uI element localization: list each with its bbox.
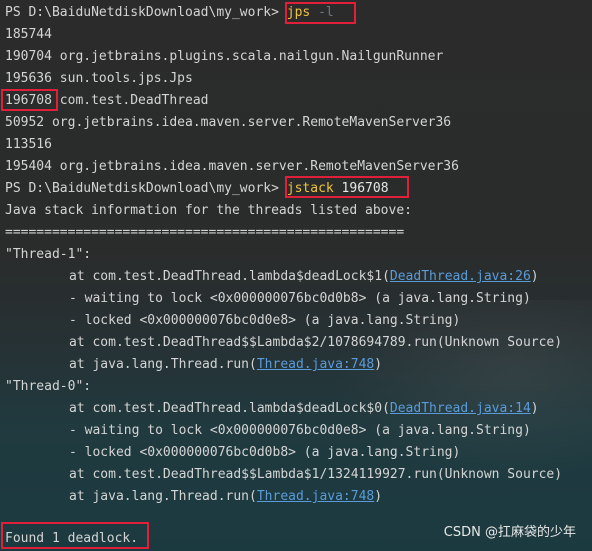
jps-output-line: 195404 org.jetbrains.idea.maven.server.R…	[5, 159, 459, 174]
stack-frame: at java.lang.Thread.run(Thread.java:748)	[69, 486, 382, 508]
highlight-box-found	[1, 522, 149, 549]
jps-output-line: 50952 org.jetbrains.idea.maven.server.Re…	[5, 115, 452, 130]
stack-frame-text: at com.test.DeadThread.lambda$deadLock$0…	[69, 401, 390, 416]
stack-frame-text: at java.lang.Thread.run(	[69, 357, 257, 372]
jps-output-line: 113516	[5, 137, 52, 152]
stack-frame: at com.test.DeadThread.lambda$deadLock$1…	[69, 266, 539, 288]
thread-name: "Thread-0":	[5, 379, 92, 394]
highlight-box-jps	[285, 2, 356, 24]
source-link[interactable]: DeadThread.java:14	[390, 401, 531, 416]
separator-line: ========================================…	[5, 225, 405, 240]
stack-frame-text: at java.lang.Thread.run(	[69, 489, 257, 504]
stack-frame: at java.lang.Thread.run(Thread.java:748)	[69, 354, 382, 376]
stack-frame-text: )	[374, 357, 383, 372]
stack-frame-text: at com.test.DeadThread.lambda$deadLock$1…	[69, 269, 390, 284]
stack-frame: - waiting to lock <0x000000076bc0d0b8> (…	[69, 291, 531, 306]
stack-frame-text: )	[374, 489, 383, 504]
jps-output-line: 195636 sun.tools.jps.Jps	[5, 71, 193, 86]
jps-output-line: 185744	[5, 27, 52, 42]
stack-frame: at com.test.DeadThread.lambda$deadLock$0…	[69, 398, 539, 420]
prompt-text: PS D:\BaiduNetdiskDownload\my_work>	[5, 5, 287, 20]
thread-name: "Thread-1":	[5, 247, 92, 262]
source-link[interactable]: Thread.java:748	[257, 489, 374, 504]
highlight-box-pid	[1, 89, 58, 111]
stack-header: Java stack information for the threads l…	[5, 203, 412, 218]
stack-frame: - locked <0x000000076bc0d0e8> (a java.la…	[69, 313, 461, 328]
stack-frame-text: )	[530, 269, 539, 284]
prompt-text: PS D:\BaiduNetdiskDownload\my_work>	[5, 181, 287, 196]
source-link[interactable]: Thread.java:748	[257, 357, 374, 372]
stack-frame: at com.test.DeadThread$$Lambda$2/1078694…	[69, 335, 563, 350]
highlight-box-jstack	[285, 176, 409, 198]
deadthread-class: com.test.DeadThread	[51, 93, 209, 108]
stack-frame-text: )	[530, 401, 539, 416]
stack-frame: at com.test.DeadThread$$Lambda$1/1324119…	[69, 467, 563, 482]
jps-output-line: 190704 org.jetbrains.plugins.scala.nailg…	[5, 49, 444, 64]
stack-frame: - locked <0x000000076bc0d0b8> (a java.la…	[69, 445, 461, 460]
stack-frame: - waiting to lock <0x000000076bc0d0e8> (…	[69, 423, 531, 438]
watermark: CSDN @扛麻袋的少年	[443, 525, 576, 540]
source-link[interactable]: DeadThread.java:26	[390, 269, 531, 284]
